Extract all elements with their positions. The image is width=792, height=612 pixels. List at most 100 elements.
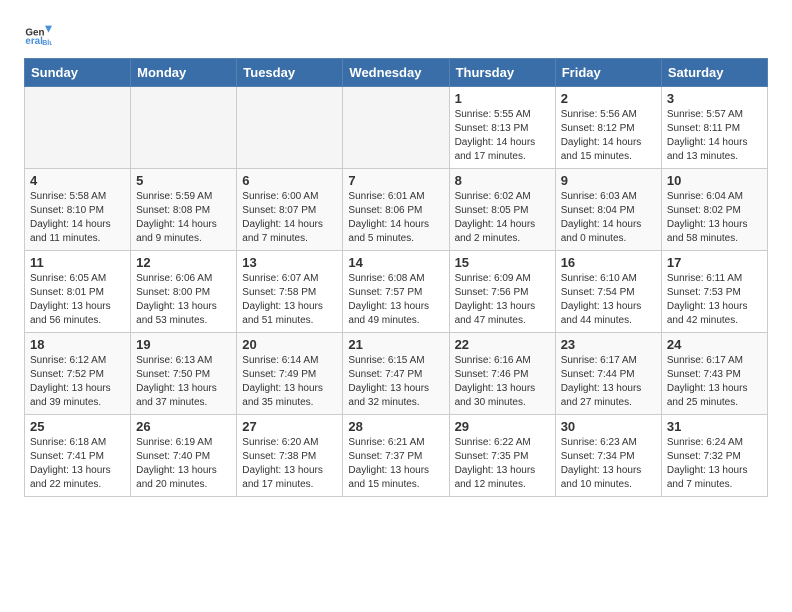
calendar-cell: 13Sunrise: 6:07 AM Sunset: 7:58 PM Dayli… — [237, 251, 343, 333]
calendar-cell: 10 Sunrise: 6:04 AM Sunset: 8:02 PM Dayli… — [661, 169, 767, 251]
calendar-cell: 14 Sunrise: 6:08 AM Sunset: 7:57 PM Dayli… — [343, 251, 449, 333]
calendar-cell: 9Sunrise: 6:03 AM Sunset: 8:04 PM Daylig… — [555, 169, 661, 251]
day-number: 30 — [561, 419, 656, 434]
calendar-cell — [343, 87, 449, 169]
calendar-header-row: SundayMondayTuesdayWednesdayThursdayFrid… — [25, 59, 768, 87]
day-number: 7 — [348, 173, 443, 188]
calendar-cell: 3 Sunrise: 5:57 AM Sunset: 8:11 PM Daylig… — [661, 87, 767, 169]
day-info: Sunrise: 6:22 AM Sunset: 7:35 PM Dayligh… — [455, 436, 550, 492]
day-number: 8 — [455, 173, 550, 188]
calendar-week-5: 25 Sunrise: 6:18 AM Sunset: 7:41 PM Dayli… — [25, 415, 768, 497]
day-number: 14 — [348, 255, 443, 270]
calendar-cell: 16 Sunrise: 6:10 AM Sunset: 7:54 PM Dayli… — [555, 251, 661, 333]
calendar-cell: 5Sunrise: 5:59 AM Sunset: 8:08 PM Daylig… — [131, 169, 237, 251]
calendar-cell: 8 Sunrise: 6:02 AM Sunset: 8:05 PM Daylig… — [449, 169, 555, 251]
calendar-cell: 23 Sunrise: 6:17 AM Sunset: 7:44 PM Dayli… — [555, 333, 661, 415]
calendar-cell: 17 Sunrise: 6:11 AM Sunset: 7:53 PM Dayli… — [661, 251, 767, 333]
calendar-cell: 4Sunrise: 5:58 AM Sunset: 8:10 PM Daylig… — [25, 169, 131, 251]
day-header-monday: Monday — [131, 59, 237, 87]
calendar-week-4: 18 Sunrise: 6:12 AM Sunset: 7:52 PM Dayli… — [25, 333, 768, 415]
day-info: Sunrise: 6:09 AM Sunset: 7:56 PM Dayligh… — [455, 272, 550, 328]
day-number: 21 — [348, 337, 443, 352]
day-number: 27 — [242, 419, 337, 434]
day-number: 16 — [561, 255, 656, 270]
day-number: 25 — [30, 419, 125, 434]
day-info: Sunrise: 6:21 AM Sunset: 7:37 PM Dayligh… — [348, 436, 443, 492]
calendar-cell: 28 Sunrise: 6:21 AM Sunset: 7:37 PM Dayli… — [343, 415, 449, 497]
day-number: 13 — [242, 255, 337, 270]
day-info: Sunrise: 6:06 AM Sunset: 8:00 PM Dayligh… — [136, 272, 231, 328]
calendar-table: SundayMondayTuesdayWednesdayThursdayFrid… — [24, 58, 768, 497]
day-info: Sunrise: 6:20 AM Sunset: 7:38 PM Dayligh… — [242, 436, 337, 492]
day-header-saturday: Saturday — [661, 59, 767, 87]
day-number: 20 — [242, 337, 337, 352]
day-number: 29 — [455, 419, 550, 434]
calendar-cell: 21 Sunrise: 6:15 AM Sunset: 7:47 PM Dayli… — [343, 333, 449, 415]
calendar-cell: 7 Sunrise: 6:01 AM Sunset: 8:06 PM Daylig… — [343, 169, 449, 251]
day-number: 18 — [30, 337, 125, 352]
calendar-week-1: 1Sunrise: 5:55 AM Sunset: 8:13 PM Daylig… — [25, 87, 768, 169]
day-number: 10 — [667, 173, 762, 188]
day-number: 3 — [667, 91, 762, 106]
calendar-cell: 24Sunrise: 6:17 AM Sunset: 7:43 PM Dayli… — [661, 333, 767, 415]
day-info: Sunrise: 6:24 AM Sunset: 7:32 PM Dayligh… — [667, 436, 762, 492]
svg-text:Blue: Blue — [42, 40, 52, 47]
calendar-cell: 26 Sunrise: 6:19 AM Sunset: 7:40 PM Dayli… — [131, 415, 237, 497]
calendar-cell: 12 Sunrise: 6:06 AM Sunset: 8:00 PM Dayli… — [131, 251, 237, 333]
calendar-cell: 22Sunrise: 6:16 AM Sunset: 7:46 PM Dayli… — [449, 333, 555, 415]
calendar-week-2: 4Sunrise: 5:58 AM Sunset: 8:10 PM Daylig… — [25, 169, 768, 251]
day-number: 19 — [136, 337, 231, 352]
day-info: Sunrise: 6:19 AM Sunset: 7:40 PM Dayligh… — [136, 436, 231, 492]
day-header-friday: Friday — [555, 59, 661, 87]
day-number: 28 — [348, 419, 443, 434]
day-number: 6 — [242, 173, 337, 188]
calendar-cell — [25, 87, 131, 169]
day-info: Sunrise: 6:10 AM Sunset: 7:54 PM Dayligh… — [561, 272, 656, 328]
day-number: 26 — [136, 419, 231, 434]
day-number: 12 — [136, 255, 231, 270]
day-number: 11 — [30, 255, 125, 270]
day-info: Sunrise: 5:56 AM Sunset: 8:12 PM Dayligh… — [561, 108, 656, 164]
day-info: Sunrise: 6:02 AM Sunset: 8:05 PM Dayligh… — [455, 190, 550, 246]
day-info: Sunrise: 6:11 AM Sunset: 7:53 PM Dayligh… — [667, 272, 762, 328]
day-number: 17 — [667, 255, 762, 270]
day-info: Sunrise: 6:04 AM Sunset: 8:02 PM Dayligh… — [667, 190, 762, 246]
day-info: Sunrise: 6:17 AM Sunset: 7:44 PM Dayligh… — [561, 354, 656, 410]
calendar-cell: 11 Sunrise: 6:05 AM Sunset: 8:01 PM Dayli… — [25, 251, 131, 333]
day-info: Sunrise: 6:00 AM Sunset: 8:07 PM Dayligh… — [242, 190, 337, 246]
day-info: Sunrise: 6:05 AM Sunset: 8:01 PM Dayligh… — [30, 272, 125, 328]
day-number: 9 — [561, 173, 656, 188]
calendar-cell: 1Sunrise: 5:55 AM Sunset: 8:13 PM Daylig… — [449, 87, 555, 169]
day-info: Sunrise: 5:55 AM Sunset: 8:13 PM Dayligh… — [455, 108, 550, 164]
calendar-cell — [237, 87, 343, 169]
logo: Gen eral Blue — [24, 20, 52, 48]
day-number: 2 — [561, 91, 656, 106]
day-info: Sunrise: 6:01 AM Sunset: 8:06 PM Dayligh… — [348, 190, 443, 246]
day-info: Sunrise: 6:18 AM Sunset: 7:41 PM Dayligh… — [30, 436, 125, 492]
day-header-tuesday: Tuesday — [237, 59, 343, 87]
calendar-week-3: 11 Sunrise: 6:05 AM Sunset: 8:01 PM Dayli… — [25, 251, 768, 333]
calendar-cell — [131, 87, 237, 169]
page-header: Gen eral Blue — [24, 20, 768, 48]
svg-text:eral: eral — [25, 36, 43, 47]
day-header-sunday: Sunday — [25, 59, 131, 87]
day-header-wednesday: Wednesday — [343, 59, 449, 87]
calendar-cell: 6 Sunrise: 6:00 AM Sunset: 8:07 PM Daylig… — [237, 169, 343, 251]
calendar-cell: 2 Sunrise: 5:56 AM Sunset: 8:12 PM Daylig… — [555, 87, 661, 169]
day-number: 31 — [667, 419, 762, 434]
day-info: Sunrise: 6:08 AM Sunset: 7:57 PM Dayligh… — [348, 272, 443, 328]
calendar-cell: 27 Sunrise: 6:20 AM Sunset: 7:38 PM Dayli… — [237, 415, 343, 497]
day-info: Sunrise: 5:57 AM Sunset: 8:11 PM Dayligh… — [667, 108, 762, 164]
day-info: Sunrise: 6:12 AM Sunset: 7:52 PM Dayligh… — [30, 354, 125, 410]
day-info: Sunrise: 6:13 AM Sunset: 7:50 PM Dayligh… — [136, 354, 231, 410]
day-number: 23 — [561, 337, 656, 352]
day-number: 5 — [136, 173, 231, 188]
day-number: 24 — [667, 337, 762, 352]
day-info: Sunrise: 5:58 AM Sunset: 8:10 PM Dayligh… — [30, 190, 125, 246]
day-info: Sunrise: 6:15 AM Sunset: 7:47 PM Dayligh… — [348, 354, 443, 410]
calendar-cell: 25 Sunrise: 6:18 AM Sunset: 7:41 PM Dayli… — [25, 415, 131, 497]
day-info: Sunrise: 6:23 AM Sunset: 7:34 PM Dayligh… — [561, 436, 656, 492]
day-info: Sunrise: 6:16 AM Sunset: 7:46 PM Dayligh… — [455, 354, 550, 410]
calendar-cell: 19 Sunrise: 6:13 AM Sunset: 7:50 PM Dayli… — [131, 333, 237, 415]
calendar-cell: 18 Sunrise: 6:12 AM Sunset: 7:52 PM Dayli… — [25, 333, 131, 415]
